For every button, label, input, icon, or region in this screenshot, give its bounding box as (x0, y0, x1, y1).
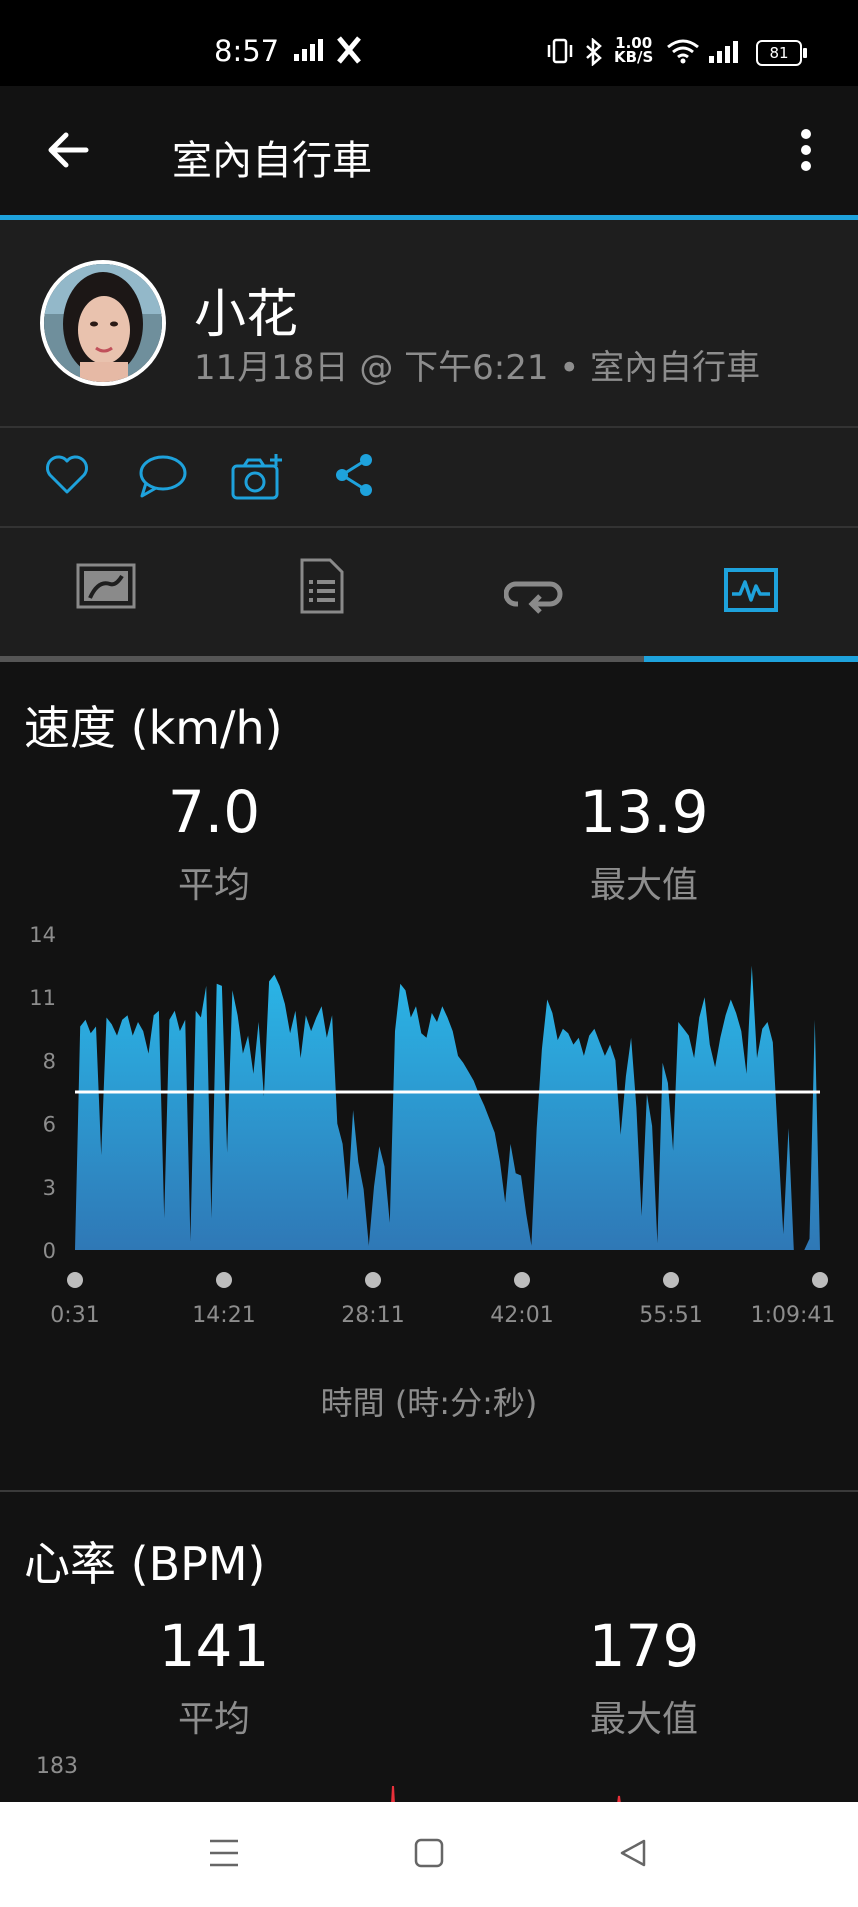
speed-avg-value: 7.0 (167, 778, 261, 846)
activity-header: 小花 11月18日 @ 下午6:21 • 室內自行車 (0, 220, 858, 428)
hd-signal-icon (294, 39, 323, 61)
home-nav-icon[interactable] (414, 1838, 444, 1868)
back-nav-icon[interactable] (618, 1838, 648, 1868)
page-title: 室內自行車 (172, 138, 372, 184)
battery-indicator: 81 (756, 40, 807, 66)
y-tick-label: 14 (29, 923, 56, 947)
speed-area-series (75, 965, 820, 1250)
map-icon (76, 563, 136, 609)
speed-x-axis-title: 時間 (時:分:秒) (320, 1384, 538, 1422)
y-tick-label: 8 (43, 1049, 56, 1073)
share-icon[interactable] (332, 452, 376, 498)
x-tick-label: 14:21 (192, 1303, 255, 1328)
heart-rate-avg-value: 141 (158, 1612, 270, 1680)
system-nav-bar (0, 1802, 858, 1907)
laps-icon (504, 581, 563, 614)
heart-rate-section-title: 心率 (BPM) (24, 1537, 266, 1591)
app-bar: 室內自行車 (0, 86, 858, 220)
heart-rate-avg-label: 平均 (177, 1699, 250, 1740)
x-tick-label: 1:09:41 (751, 1303, 836, 1328)
x-tick-marker[interactable] (216, 1272, 232, 1288)
heart-rate-y-top-tick: 183 (36, 1754, 78, 1779)
speed-max-value: 13.9 (579, 778, 709, 846)
x-tick-label: 28:11 (341, 1303, 404, 1328)
status-time: 8:57 (214, 34, 280, 68)
action-bar (0, 428, 858, 528)
arrow-left-icon[interactable] (46, 130, 90, 170)
x-tick-marker[interactable] (365, 1272, 381, 1288)
user-name[interactable]: 小花 (194, 272, 298, 347)
section-divider (0, 1490, 858, 1492)
network-speed-unit: KB/S (614, 48, 654, 66)
y-tick-label: 0 (43, 1239, 56, 1263)
charts-icon (724, 568, 778, 612)
y-tick-label: 6 (43, 1113, 56, 1137)
x-tick-label: 55:51 (639, 1303, 702, 1328)
y-tick-label: 11 (29, 986, 56, 1010)
x-tick-marker[interactable] (514, 1272, 530, 1288)
speed-max-label: 最大值 (589, 865, 698, 906)
x-tick-marker[interactable] (663, 1272, 679, 1288)
activity-tabs (0, 528, 858, 662)
tab-details[interactable] (214, 528, 428, 662)
more-vert-icon[interactable] (794, 126, 818, 174)
x-tick-label: 0:31 (50, 1303, 99, 1328)
tab-laps[interactable] (428, 528, 642, 662)
status-bar: 8:57 1.00 KB/S 81 (0, 0, 858, 86)
speed-section-title: 速度 (km/h) (24, 701, 283, 755)
menu-nav-icon[interactable] (208, 1838, 240, 1868)
bluetooth-icon (586, 38, 602, 66)
avatar-image (44, 264, 162, 382)
heart-rate-max-value: 179 (588, 1612, 700, 1680)
details-icon (300, 558, 344, 614)
tab-map[interactable] (0, 528, 214, 662)
speed-chart: 0 3 6 8 11 14 0:31 14:21 28:11 42:01 55:51 1:09:41 (29, 923, 836, 1328)
x-tick-label: 42:01 (490, 1303, 553, 1328)
x-tick-marker[interactable] (812, 1272, 828, 1288)
wifi-icon (667, 39, 699, 64)
active-tab-indicator (644, 656, 858, 662)
tab-charts[interactable] (644, 528, 858, 662)
network-speed: 1.00 KB/S (614, 36, 654, 66)
x-tick-marker[interactable] (67, 1272, 83, 1288)
activity-meta: 11月18日 @ 下午6:21 • 室內自行車 (194, 348, 761, 388)
heart-icon[interactable] (44, 452, 90, 498)
y-tick-label: 3 (43, 1176, 56, 1200)
add-photo-icon[interactable] (230, 452, 286, 502)
app-notification-icon (337, 36, 361, 64)
speed-avg-label: 平均 (177, 865, 250, 906)
cell-signal-icon (709, 41, 738, 63)
heart-rate-chart-peek (391, 1785, 621, 1804)
avatar[interactable] (40, 260, 166, 386)
heart-rate-max-label: 最大值 (589, 1699, 698, 1740)
vibrate-icon (547, 38, 573, 64)
comment-icon[interactable] (136, 452, 188, 500)
